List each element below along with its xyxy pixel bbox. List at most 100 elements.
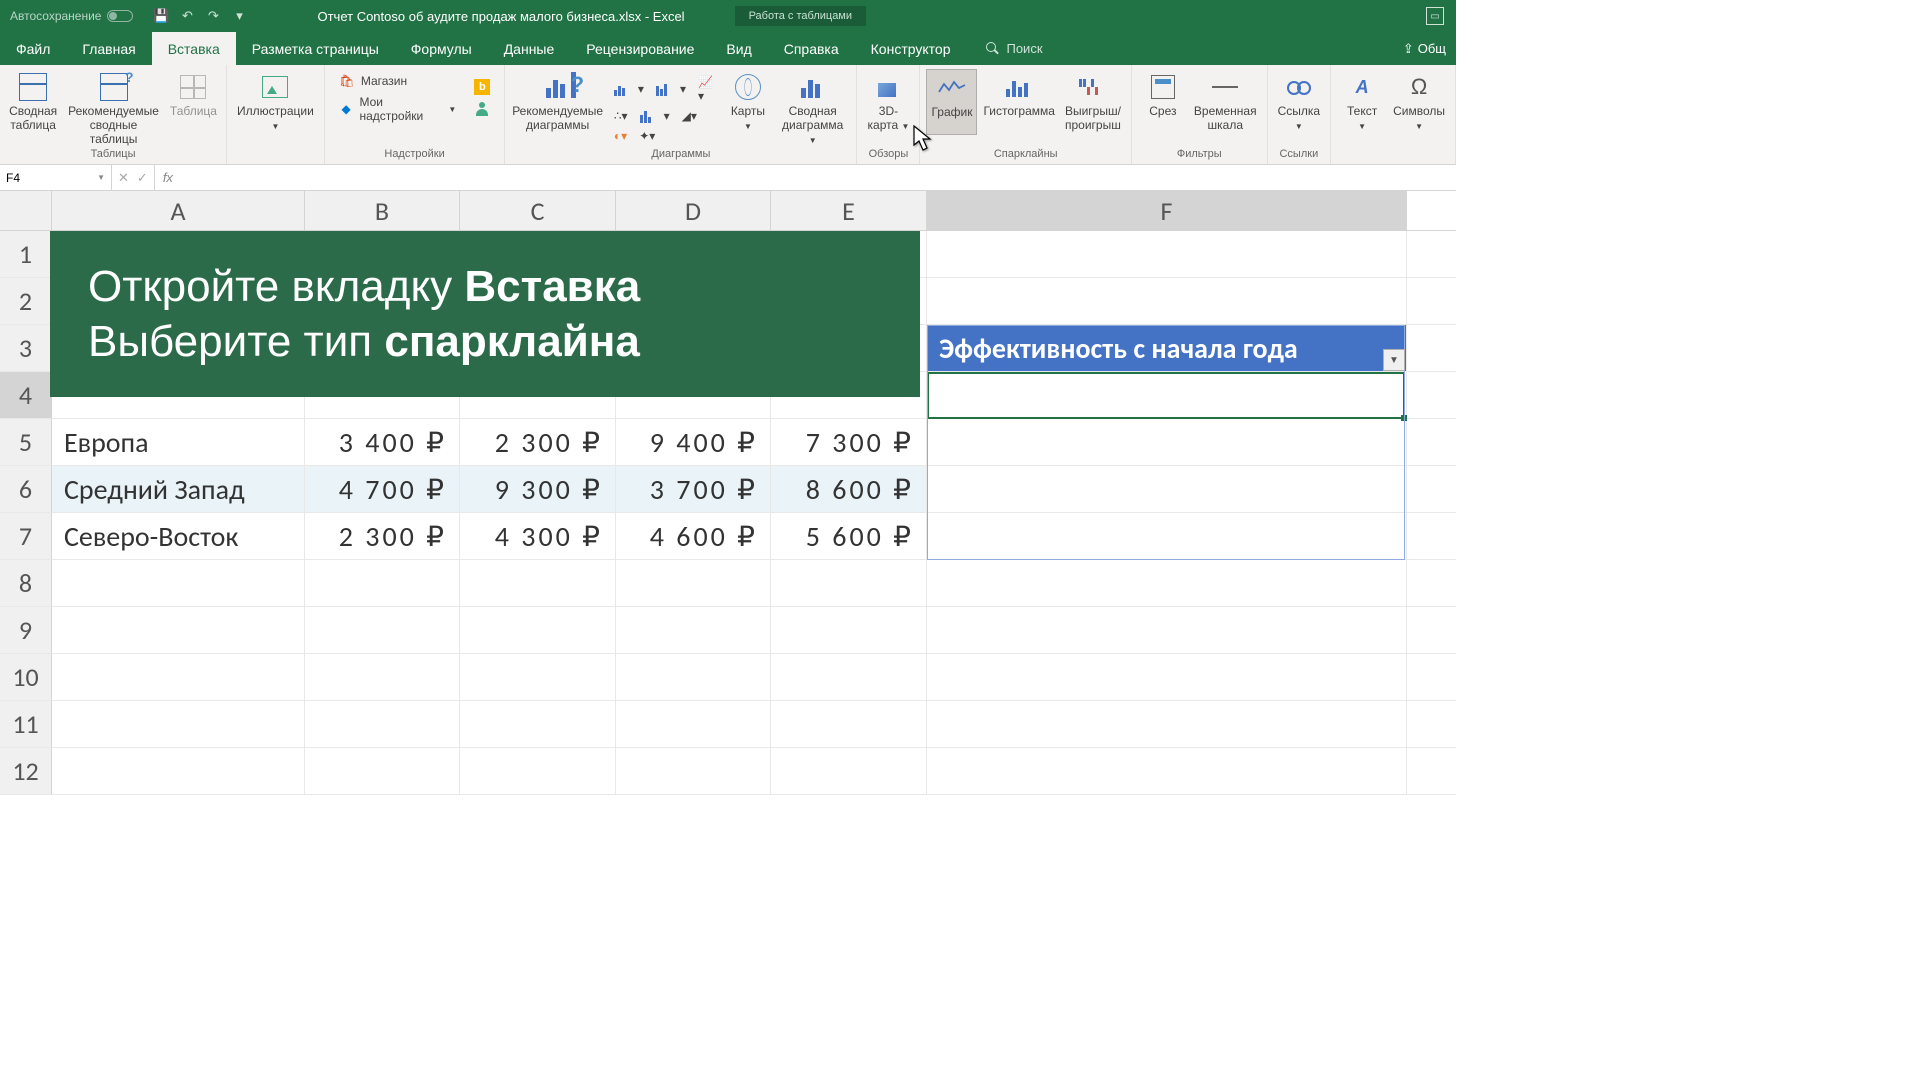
pivot-chart-button[interactable]: Сводная диаграмма ▼	[775, 69, 851, 148]
select-all-corner[interactable]	[0, 191, 52, 231]
recommended-pivot-button[interactable]: ? Рекомендуемые сводные таблицы	[62, 69, 165, 148]
cancel-icon[interactable]: ✕	[118, 170, 129, 186]
cell[interactable]: 7 300 ₽	[771, 419, 927, 465]
tell-me-search[interactable]: Поиск	[986, 32, 1042, 65]
cell[interactable]: 8 600 ₽	[771, 466, 927, 512]
undo-icon[interactable]: ↶	[175, 4, 199, 28]
fx-label: fx	[155, 165, 181, 190]
cell[interactable]: Европа	[52, 419, 305, 465]
cell[interactable]: 4 600 ₽	[616, 513, 771, 559]
tab-review[interactable]: Рецензирование	[570, 32, 710, 65]
sparkline-line-button[interactable]: График	[926, 69, 977, 135]
my-addins-button[interactable]: ◆ Мои надстройки ▼	[335, 93, 461, 125]
slicer-button[interactable]: Срез	[1138, 69, 1188, 135]
recommended-charts-button[interactable]: ? Рекомендуемые диаграммы	[511, 69, 604, 148]
cell-f3[interactable]: Эффективность с начала года	[927, 325, 1407, 371]
col-header-b[interactable]: B	[305, 191, 460, 230]
chart-column-button[interactable]: ▾	[652, 73, 690, 105]
cell[interactable]: Северо-Восток	[52, 513, 305, 559]
people-graph-button[interactable]	[470, 99, 494, 119]
group-label-addins: Надстройки	[331, 148, 499, 162]
tab-file[interactable]: Файл	[0, 32, 66, 65]
row-header[interactable]: 2	[0, 278, 52, 325]
illustrations-button[interactable]: Иллюстрации▼	[233, 69, 318, 135]
cell[interactable]: 2 300 ₽	[460, 419, 616, 465]
text-button[interactable]: A Текст▼	[1337, 69, 1387, 135]
sparkline-winloss-button[interactable]: Выигрыш/ проигрыш	[1061, 69, 1125, 135]
share-icon: ⇪	[1403, 41, 1414, 57]
col-header-c[interactable]: C	[460, 191, 616, 230]
autosave-toggle[interactable]: Автосохранение	[0, 9, 143, 23]
group-label-tables: Таблицы	[6, 148, 220, 162]
tab-design[interactable]: Конструктор	[855, 32, 967, 65]
omega-icon: Ω	[1411, 74, 1427, 100]
row-header[interactable]: 11	[0, 701, 52, 748]
sparkline-column-icon	[1006, 77, 1032, 97]
symbols-button[interactable]: Ω Символы▼	[1389, 69, 1449, 135]
chart-bar-button[interactable]: ▾	[610, 73, 648, 105]
tab-insert[interactable]: Вставка	[152, 32, 236, 65]
sparkline-column-button[interactable]: Гистограмма	[979, 69, 1058, 135]
row-header[interactable]: 7	[0, 513, 52, 560]
cell[interactable]: 2 300 ₽	[305, 513, 460, 559]
3d-map-button[interactable]: 3D- карта ▼	[863, 69, 913, 135]
col-header-f[interactable]: F	[927, 191, 1407, 230]
chart-scatter-button[interactable]: ∴▾	[610, 107, 632, 125]
tab-page-layout[interactable]: Разметка страницы	[236, 32, 395, 65]
formula-input[interactable]	[181, 165, 1456, 190]
tab-data[interactable]: Данные	[488, 32, 571, 65]
col-header-a[interactable]: A	[52, 191, 305, 230]
cell[interactable]: Средний Запад	[52, 466, 305, 512]
tab-formulas[interactable]: Формулы	[395, 32, 488, 65]
row-header[interactable]: 8	[0, 560, 52, 607]
row-header[interactable]: 10	[0, 654, 52, 701]
chart-area-button[interactable]: ◢▾	[678, 107, 701, 125]
link-icon	[1287, 78, 1311, 96]
col-header-e[interactable]: E	[771, 191, 927, 230]
row-header[interactable]: 1	[0, 231, 52, 278]
name-box[interactable]: F4 ▼	[0, 165, 112, 190]
cell[interactable]: 4 300 ₽	[460, 513, 616, 559]
ribbon-display-icon[interactable]: ▭	[1426, 7, 1444, 25]
group-label-sparklines: Спарклайны	[926, 148, 1124, 162]
table-button[interactable]: Таблица	[167, 69, 220, 148]
qat-customize-icon[interactable]: ▾	[227, 4, 251, 28]
bing-maps-button[interactable]: b	[470, 77, 494, 97]
row-header[interactable]: 12	[0, 748, 52, 795]
link-button[interactable]: Ссылка▼	[1274, 69, 1324, 135]
row-header[interactable]: 9	[0, 607, 52, 654]
cell[interactable]: 9 300 ₽	[460, 466, 616, 512]
contextual-tab-label: Работа с таблицами	[735, 6, 866, 26]
cell-f4[interactable]	[927, 372, 1407, 418]
store-button[interactable]: 🛍 Магазин	[335, 71, 461, 91]
share-button[interactable]: ⇪ Общ	[1393, 32, 1456, 65]
cell[interactable]: 4 700 ₽	[305, 466, 460, 512]
tell-me-label: Поиск	[1006, 41, 1042, 56]
redo-icon[interactable]: ↷	[201, 4, 225, 28]
timeline-button[interactable]: Временная шкала	[1190, 69, 1261, 135]
row-header[interactable]: 5	[0, 419, 52, 466]
chart-stock-button[interactable]: ✦▾	[635, 127, 659, 145]
enter-icon[interactable]: ✓	[137, 170, 148, 186]
pivot-table-button[interactable]: Сводная таблица	[6, 69, 60, 148]
chart-line-button[interactable]: 📈▾	[694, 73, 717, 105]
filter-dropdown-f[interactable]: ▼	[1383, 349, 1405, 371]
cell[interactable]: 3 700 ₽	[616, 466, 771, 512]
row-header[interactable]: 3	[0, 325, 52, 372]
save-icon[interactable]: 💾	[149, 4, 173, 28]
tab-view[interactable]: Вид	[710, 32, 767, 65]
col-header-d[interactable]: D	[616, 191, 771, 230]
sparkline-winloss-icon	[1079, 77, 1107, 97]
row-header[interactable]: 4	[0, 372, 52, 419]
cell[interactable]: 5 600 ₽	[771, 513, 927, 559]
illustrations-icon	[262, 76, 288, 98]
maps-button[interactable]: Карты▼	[723, 69, 773, 148]
cell[interactable]: 9 400 ₽	[616, 419, 771, 465]
tab-home[interactable]: Главная	[66, 32, 151, 65]
ribbon: Сводная таблица ? Рекомендуемые сводные …	[0, 65, 1456, 165]
tab-help[interactable]: Справка	[768, 32, 855, 65]
chart-pie-button[interactable]: ◐▾	[610, 127, 631, 145]
cell[interactable]: 3 400 ₽	[305, 419, 460, 465]
row-header[interactable]: 6	[0, 466, 52, 513]
chart-hist-button[interactable]: ▾	[636, 107, 674, 125]
